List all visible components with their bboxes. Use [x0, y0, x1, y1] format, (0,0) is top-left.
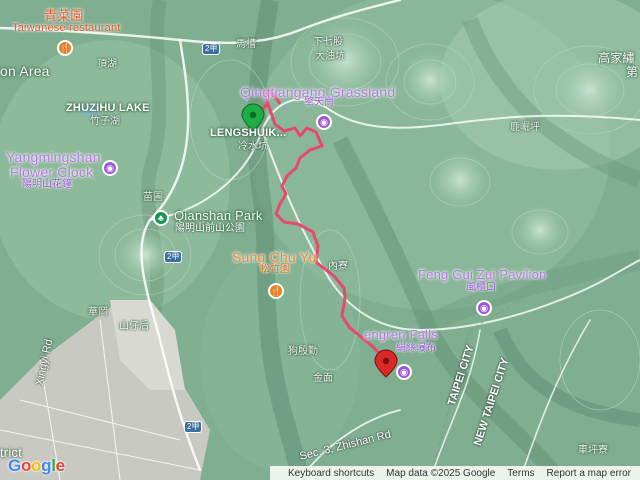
label-macao: 馬槽 [236, 39, 256, 50]
label-on-area: on Area [0, 63, 50, 79]
camera-icon[interactable]: ◉ [476, 300, 492, 316]
terrain-map[interactable] [0, 0, 640, 480]
terms-link[interactable]: Terms [507, 468, 534, 479]
label-lengshuikeng: LENGSHUIK... [210, 127, 287, 139]
label-lujuping: 鹿崛坪 [510, 122, 540, 133]
road-shield-2jia-mid: 2甲 [164, 251, 183, 263]
keyboard-shortcuts-link[interactable]: Keyboard shortcuts [288, 468, 374, 479]
label-dayoukeng: 大油坑 [315, 51, 345, 62]
label-juesi-falls-cn: 絹絲瀑布 [396, 343, 436, 354]
label-juesi-falls: engren Falls [364, 327, 438, 342]
camera-icon[interactable]: ◉ [102, 160, 118, 176]
map-data-text: Map data ©2025 Google [386, 467, 496, 479]
label-gaojiajiao: 高家繡 [598, 51, 635, 65]
label-neiliao: 內寮 [328, 261, 348, 272]
google-logo: Google [8, 456, 65, 475]
label-taiwanese-restaurant: Taiwanese restaurant [12, 22, 121, 34]
attribution-bar: Keyboard shortcuts Map data ©2025 Google… [270, 466, 640, 480]
label-feng-gui-zui-cn: 風櫃口 [466, 282, 496, 293]
label-zhuzihu-lake: ZHUZIHU LAKE [66, 102, 150, 114]
label-lengshuikeng-cn: 冷水坑 [238, 141, 268, 152]
report-error-link[interactable]: Report a map error [547, 468, 631, 479]
label-yangmingshan-clock-cn: 陽明山花鐘 [22, 179, 72, 190]
road-shield-2jia-south: 2甲 [184, 421, 203, 433]
label-chepingliao: 車坪寮 [578, 445, 608, 456]
road-shield-2jia-north: 2甲 [202, 43, 221, 55]
label-qingtiangang-cn: 擎天崗 [304, 97, 334, 108]
tree-icon[interactable]: ♣ [153, 210, 169, 226]
label-qianshan-park-cn: 陽明山前山公園 [175, 223, 245, 234]
label-miaopu: 苗圃 [143, 192, 163, 203]
label-gouyingqin: 狗殷勤 [288, 346, 318, 357]
label-zhuzihu-cn: 竹子湖 [90, 116, 120, 127]
label-sung-chu-yuan: Sung Chu Yu [232, 249, 317, 265]
label-dinghu: 頂湖 [97, 59, 117, 70]
label-feng-gui-zui: Feng Gui Zui Pavilion [418, 267, 547, 282]
camera-icon[interactable]: ◉ [396, 364, 412, 380]
label-shanzaihou: 山仔后 [119, 321, 149, 332]
label-sung-chu-yuan-cn: 松竹園 [260, 264, 290, 275]
label-yangmingshan-clock-1: Yangmingshan [6, 149, 101, 165]
label-gaojiajiao-suffix: 第 [626, 65, 639, 79]
label-xiaqigu: 下七股 [313, 37, 343, 48]
label-jinmian: 金面 [313, 373, 333, 384]
restaurant-pin-icon[interactable]: 🍴 [57, 40, 73, 56]
label-qianshan-park: Qianshan Park [174, 208, 263, 223]
label-qingcaiyuan: 青菜園 [44, 8, 84, 23]
label-yangmingshan-clock-2: Flower Clock [10, 164, 94, 180]
label-huagang: 華岡 [88, 307, 108, 318]
camera-icon[interactable]: ◉ [316, 114, 332, 130]
fork-knife-icon[interactable]: 🍴 [268, 283, 284, 299]
